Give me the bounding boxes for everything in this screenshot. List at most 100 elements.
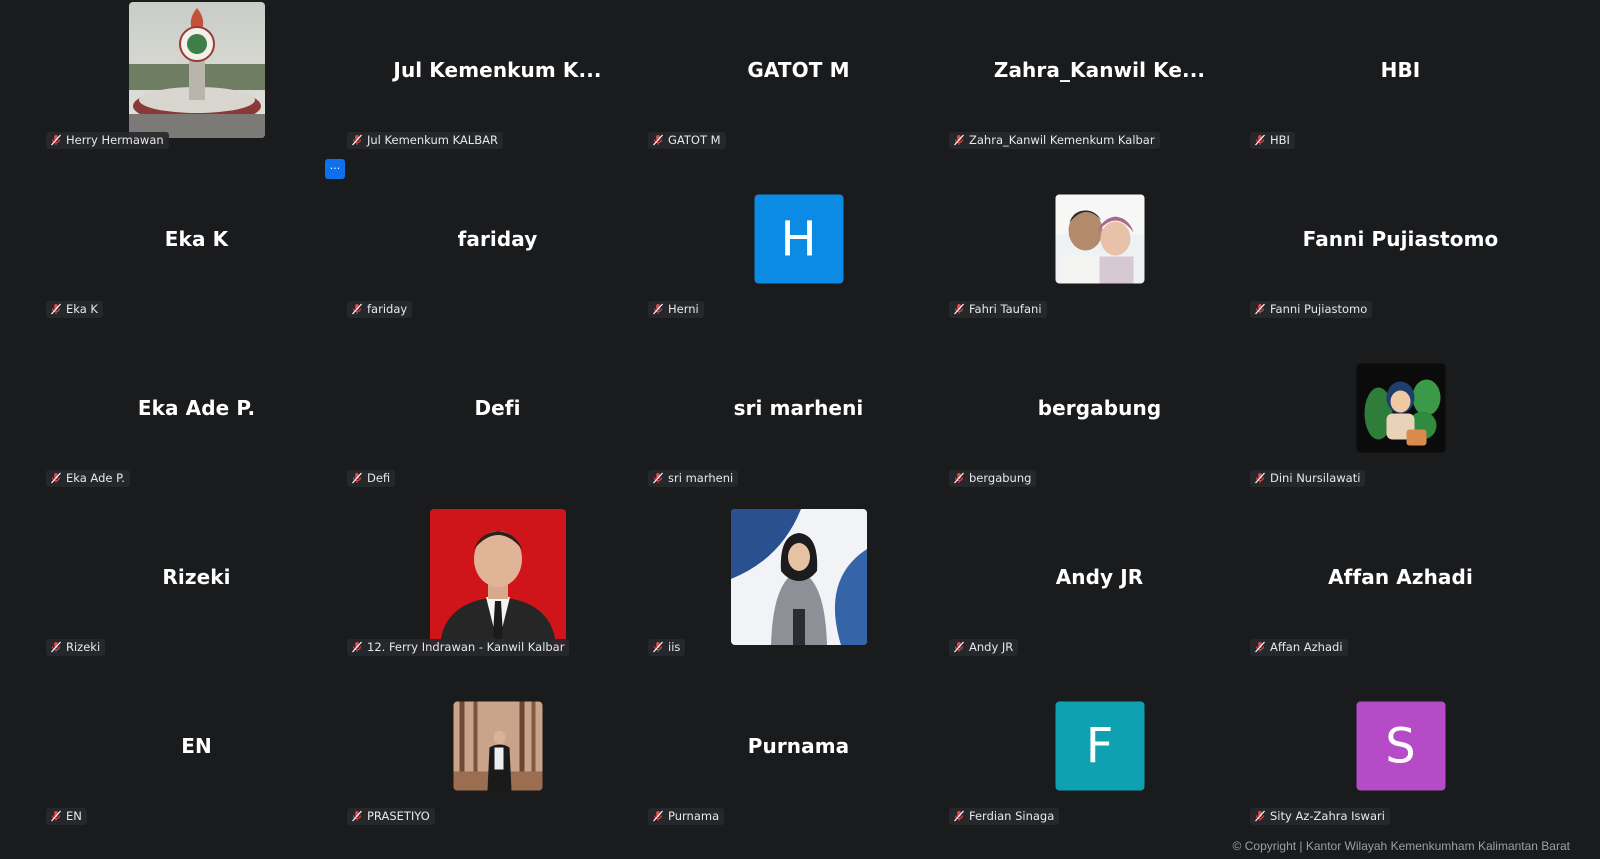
muted-mic-icon — [352, 472, 362, 484]
avatar-letter: S — [1385, 718, 1416, 774]
participant-tile[interactable]: GATOT M GATOT M — [648, 0, 949, 169]
participant-name-text: Ferdian Sinaga — [969, 809, 1055, 823]
profile-photo — [453, 701, 542, 791]
muted-mic-icon — [352, 641, 362, 653]
participant-tile[interactable]: iis — [648, 507, 949, 676]
participant-name-label: Defi — [347, 470, 396, 487]
participant-tile[interactable]: S Sity Az-Zahra Iswari — [1250, 676, 1551, 845]
copyright-footer: © Copyright | Kantor Wilayah Kemenkumham… — [1232, 839, 1570, 853]
muted-mic-icon — [51, 641, 61, 653]
muted-mic-icon — [954, 134, 964, 146]
participant-name-text: GATOT M — [668, 133, 721, 147]
participant-name-label: sri marheni — [648, 470, 739, 487]
participant-tile[interactable]: bergabung bergabung — [949, 338, 1250, 507]
participant-name-label: bergabung — [949, 470, 1037, 487]
participant-display-name: Eka Ade P. — [137, 396, 256, 420]
participant-tile[interactable]: Andy JR Andy JR — [949, 507, 1250, 676]
participant-name-text: Rizeki — [66, 640, 101, 654]
participant-name-text: fariday — [367, 302, 408, 316]
participant-name-label: Eka K — [46, 301, 103, 318]
muted-mic-icon — [954, 472, 964, 484]
participant-name-text: Affan Azhadi — [1270, 640, 1343, 654]
participant-name-text: Sity Az-Zahra Iswari — [1270, 809, 1385, 823]
muted-mic-icon — [653, 134, 663, 146]
muted-mic-icon — [653, 472, 663, 484]
participant-tile[interactable]: Affan Azhadi Affan Azhadi — [1250, 507, 1551, 676]
participant-name-text: 12. Ferry Indrawan - Kanwil Kalbar — [367, 640, 565, 654]
muted-mic-icon — [954, 641, 964, 653]
participant-tile[interactable]: Zahra_Kanwil Ke... Zahra_Kanwil Kemenkum … — [949, 0, 1250, 169]
muted-mic-icon — [653, 641, 663, 653]
muted-mic-icon — [653, 810, 663, 822]
participant-name-text: bergabung — [969, 471, 1032, 485]
participant-name-text: Fanni Pujiastomo — [1270, 302, 1368, 316]
participant-name-text: PRASETIYO — [367, 809, 430, 823]
participant-name-label: iis — [648, 639, 686, 656]
participant-tile[interactable]: EN EN — [46, 676, 347, 845]
profile-photo — [1055, 194, 1144, 284]
participant-tile[interactable]: Herry Hermawan — [46, 0, 347, 169]
participant-tile[interactable]: Dini Nursilawati — [1250, 338, 1551, 507]
participant-tile[interactable]: Eka K Eka K — [46, 169, 347, 338]
participant-name-text: Purnama — [668, 809, 720, 823]
participant-name-text: Defi — [367, 471, 391, 485]
participant-name-label: HBI — [1250, 132, 1295, 149]
participant-display-name: HBI — [1380, 58, 1421, 82]
participant-tile[interactable]: sri marheni sri marheni — [648, 338, 949, 507]
participant-tile[interactable]: Fanni Pujiastomo Fanni Pujiastomo — [1250, 169, 1551, 338]
letter-avatar: S — [1356, 701, 1445, 791]
participant-display-name: Fanni Pujiastomo — [1302, 227, 1499, 251]
participant-gallery: Herry Hermawan Jul Kemenkum K... Jul Kemen… — [46, 0, 1551, 845]
participant-name-label: Herry Hermawan — [46, 132, 169, 149]
participant-name-text: Herry Hermawan — [66, 133, 164, 147]
participant-tile[interactable]: 12. Ferry Indrawan - Kanwil Kalbar — [347, 507, 648, 676]
participant-name-text: Eka Ade P. — [66, 471, 125, 485]
avatar-letter: H — [780, 211, 817, 267]
participant-tile[interactable]: Rizeki Rizeki — [46, 507, 347, 676]
muted-mic-icon — [1255, 810, 1265, 822]
participant-tile[interactable]: Defi Defi — [347, 338, 648, 507]
participant-name-text: Herni — [668, 302, 699, 316]
participant-display-name: Purnama — [747, 734, 850, 758]
participant-name-text: Fahri Taufani — [969, 302, 1042, 316]
participant-tile[interactable]: PRASETIYO — [347, 676, 648, 845]
participant-name-label: Affan Azhadi — [1250, 639, 1348, 656]
letter-avatar: H — [754, 194, 843, 284]
muted-mic-icon — [51, 810, 61, 822]
more-options-button[interactable]: ··· — [325, 159, 345, 179]
participant-name-label: Sity Az-Zahra Iswari — [1250, 808, 1390, 825]
participant-name-label: Rizeki — [46, 639, 106, 656]
participant-display-name: GATOT M — [747, 58, 850, 82]
participant-name-label: PRASETIYO — [347, 808, 435, 825]
avatar-letter: F — [1085, 718, 1114, 774]
muted-mic-icon — [51, 303, 61, 315]
participant-tile[interactable]: Eka Ade P. Eka Ade P. — [46, 338, 347, 507]
participant-tile[interactable]: fariday fariday — [347, 169, 648, 338]
participant-tile[interactable]: Fahri Taufani — [949, 169, 1250, 338]
muted-mic-icon — [954, 303, 964, 315]
participant-name-label: Zahra_Kanwil Kemenkum Kalbar — [949, 132, 1160, 149]
muted-mic-icon — [1255, 134, 1265, 146]
muted-mic-icon — [1255, 472, 1265, 484]
participant-tile[interactable]: HBI HBI — [1250, 0, 1551, 169]
participant-name-text: Andy JR — [969, 640, 1014, 654]
participant-name-label: fariday — [347, 301, 413, 318]
participant-name-label: 12. Ferry Indrawan - Kanwil Kalbar — [347, 639, 570, 656]
participant-display-name: bergabung — [1037, 396, 1162, 420]
participant-tile[interactable]: Purnama Purnama — [648, 676, 949, 845]
muted-mic-icon — [1255, 303, 1265, 315]
participant-name-text: Jul Kemenkum KALBAR — [367, 133, 498, 147]
muted-mic-icon — [954, 810, 964, 822]
participant-name-text: Zahra_Kanwil Kemenkum Kalbar — [969, 133, 1155, 147]
participant-name-text: iis — [668, 640, 681, 654]
participant-tile[interactable]: F Ferdian Sinaga — [949, 676, 1250, 845]
muted-mic-icon — [51, 134, 61, 146]
participant-tile[interactable]: Jul Kemenkum K... Jul Kemenkum KALBAR — [347, 0, 648, 169]
participant-name-text: HBI — [1270, 133, 1290, 147]
participant-name-label: Jul Kemenkum KALBAR — [347, 132, 503, 149]
participant-display-name: Jul Kemenkum K... — [393, 58, 602, 82]
participant-tile[interactable]: H Herni — [648, 169, 949, 338]
participant-name-label: Fahri Taufani — [949, 301, 1047, 318]
participant-name-label: GATOT M — [648, 132, 726, 149]
letter-avatar: F — [1055, 701, 1144, 791]
